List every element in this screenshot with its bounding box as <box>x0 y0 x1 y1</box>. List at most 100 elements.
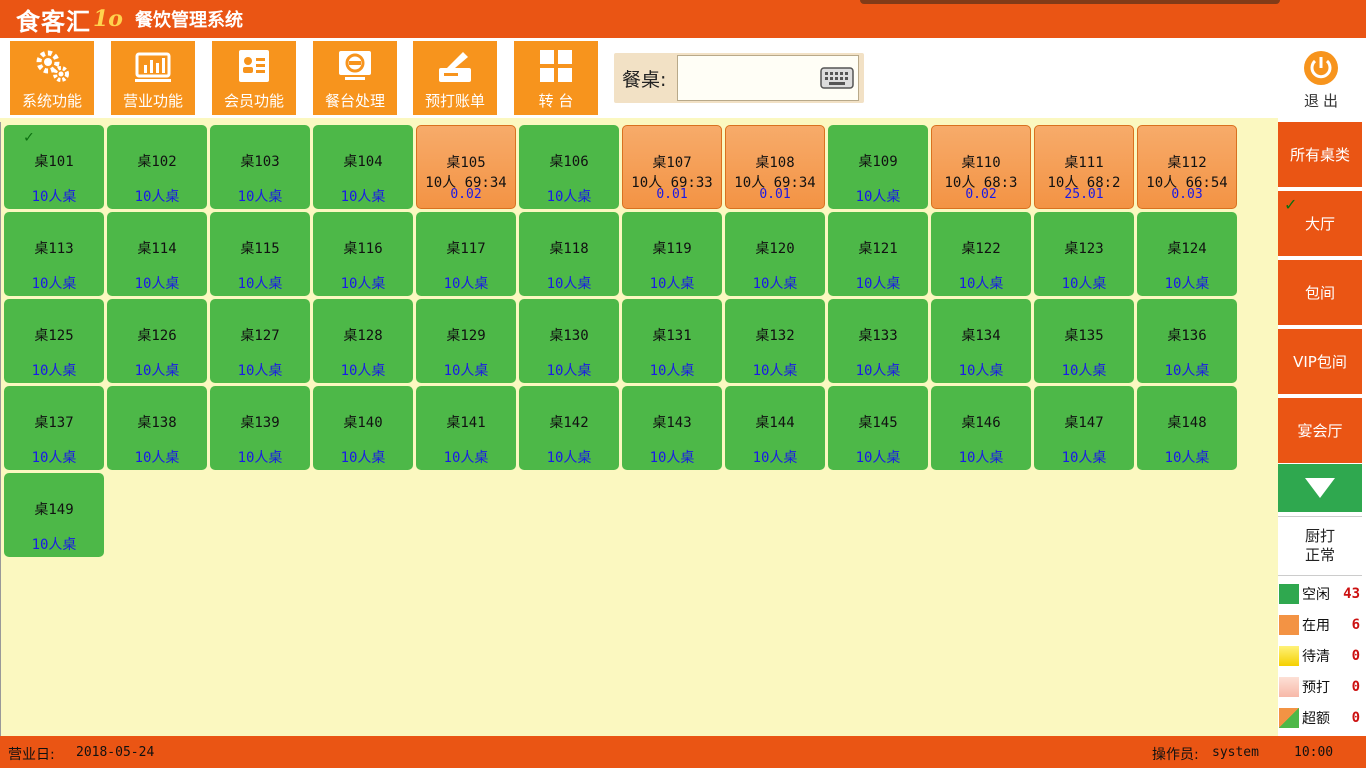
table-tile[interactable]: 桌128 10人桌 <box>313 299 413 383</box>
table-tile[interactable]: 桌119 10人桌 <box>622 212 722 296</box>
table-capacity: 10人桌 <box>1164 450 1210 466</box>
table-tile[interactable]: 桌117 10人桌 <box>416 212 516 296</box>
exit-button[interactable]: 退出 <box>1296 50 1346 112</box>
table-capacity: 10人桌 <box>546 363 592 379</box>
table-tile[interactable]: 桌112 10人 66:54 0.03 <box>1137 125 1237 209</box>
tool-label: 会员功能 <box>223 92 284 110</box>
category-private-room-button[interactable]: 包间 <box>1278 260 1362 325</box>
table-process-icon <box>335 48 375 84</box>
table-tile[interactable]: 桌110 10人 68:3 0.02 <box>931 125 1031 209</box>
title-bar: 食客汇 1o 餐饮管理系统 <box>0 0 1366 38</box>
category-label: 宴会厅 <box>1297 422 1343 440</box>
table-tile[interactable]: 桌129 10人桌 <box>416 299 516 383</box>
table-name: 桌141 <box>446 415 486 431</box>
table-tile[interactable]: 桌132 10人桌 <box>725 299 825 383</box>
table-capacity: 10人桌 <box>855 363 901 379</box>
table-tile[interactable]: 桌130 10人桌 <box>519 299 619 383</box>
table-name: 桌111 <box>1064 155 1104 171</box>
table-tile[interactable]: 桌105 10人 69:34 0.02 <box>416 125 516 209</box>
table-tile[interactable]: 桌126 10人桌 <box>107 299 207 383</box>
legend-to-clean: 待清 0 <box>1278 645 1364 667</box>
table-tile[interactable]: 桌118 10人桌 <box>519 212 619 296</box>
table-capacity: 10人桌 <box>134 189 180 205</box>
preprint-bill-button[interactable]: 预打账单 <box>413 41 497 115</box>
table-tile[interactable]: 桌146 10人桌 <box>931 386 1031 470</box>
legend-in-use: 在用 6 <box>1278 614 1364 636</box>
table-tile[interactable]: 桌108 10人 69:34 0.01 <box>725 125 825 209</box>
table-tile[interactable]: 桌115 10人桌 <box>210 212 310 296</box>
table-capacity: 10人桌 <box>752 363 798 379</box>
table-tile[interactable]: 桌104 10人桌 <box>313 125 413 209</box>
table-processing-button[interactable]: 餐台处理 <box>313 41 397 115</box>
table-capacity: 10人桌 <box>1061 450 1107 466</box>
table-tile[interactable]: 桌113 10人桌 <box>4 212 104 296</box>
category-vip-room-button[interactable]: VIP包间 <box>1278 329 1362 394</box>
table-tile[interactable]: 桌148 10人桌 <box>1137 386 1237 470</box>
selected-check-icon: ✓ <box>24 127 34 146</box>
table-tile[interactable]: 桌138 10人桌 <box>107 386 207 470</box>
table-capacity: 10人桌 <box>31 537 77 553</box>
table-tile[interactable]: 桌109 10人桌 <box>828 125 928 209</box>
table-tile[interactable]: 桌142 10人桌 <box>519 386 619 470</box>
table-name: 桌131 <box>652 328 692 344</box>
category-banquet-hall-button[interactable]: 宴会厅 <box>1278 398 1362 463</box>
system-functions-button[interactable]: 系统功能 <box>10 41 94 115</box>
table-tile[interactable]: 桌143 10人桌 <box>622 386 722 470</box>
table-tile[interactable]: 桌141 10人桌 <box>416 386 516 470</box>
exit-label: 退出 <box>1303 92 1342 110</box>
table-tile[interactable]: 桌114 10人桌 <box>107 212 207 296</box>
table-tile[interactable]: 桌111 10人 68:2 25.01 <box>1034 125 1134 209</box>
app-title: 餐饮管理系统 <box>134 10 243 31</box>
table-tile[interactable]: 桌124 10人桌 <box>1137 212 1237 296</box>
table-tile[interactable]: 桌133 10人桌 <box>828 299 928 383</box>
table-tile[interactable]: 桌127 10人桌 <box>210 299 310 383</box>
category-all-button[interactable]: 所有桌类 <box>1278 122 1362 187</box>
table-tile[interactable]: 桌149 10人桌 <box>4 473 104 557</box>
table-tile[interactable]: 桌125 10人桌 <box>4 299 104 383</box>
table-tile[interactable]: 桌106 10人桌 <box>519 125 619 209</box>
gear-icon <box>32 48 72 84</box>
table-name: 桌132 <box>755 328 795 344</box>
legend-count: 0 <box>1351 679 1360 695</box>
table-capacity: 10人桌 <box>1061 276 1107 292</box>
table-tile[interactable]: ✓ 桌101 10人桌 <box>4 125 104 209</box>
table-tile[interactable]: 桌107 10人 69:33 0.01 <box>622 125 722 209</box>
tool-label: 营业功能 <box>122 92 183 110</box>
table-tile[interactable]: 桌135 10人桌 <box>1034 299 1134 383</box>
table-capacity: 10人桌 <box>31 363 77 379</box>
table-capacity: 10人桌 <box>649 276 695 292</box>
business-functions-button[interactable]: 营业功能 <box>111 41 195 115</box>
table-tile[interactable]: 桌134 10人桌 <box>931 299 1031 383</box>
table-tile[interactable]: 桌145 10人桌 <box>828 386 928 470</box>
table-tile[interactable]: 桌144 10人桌 <box>725 386 825 470</box>
table-tile[interactable]: 桌116 10人桌 <box>313 212 413 296</box>
table-tile[interactable]: 桌139 10人桌 <box>210 386 310 470</box>
table-tile[interactable]: 桌123 10人桌 <box>1034 212 1134 296</box>
member-functions-button[interactable]: 会员功能 <box>212 41 296 115</box>
kitchen-status-line2: 正常 <box>1304 546 1335 564</box>
table-tile[interactable]: 桌137 10人桌 <box>4 386 104 470</box>
table-capacity: 10人桌 <box>443 450 489 466</box>
scroll-down-button[interactable] <box>1278 464 1362 512</box>
table-name: 桌113 <box>34 241 74 257</box>
table-capacity: 10人桌 <box>237 450 283 466</box>
table-tile[interactable]: 桌147 10人桌 <box>1034 386 1134 470</box>
table-tile[interactable]: 桌121 10人桌 <box>828 212 928 296</box>
transfer-table-button[interactable]: 转 台 <box>514 41 598 115</box>
table-name: 桌140 <box>343 415 383 431</box>
table-tile[interactable]: 桌102 10人桌 <box>107 125 207 209</box>
selected-check-icon: ✓ <box>1284 195 1298 214</box>
table-name: 桌110 <box>961 155 1001 171</box>
keyboard-icon[interactable] <box>820 67 854 89</box>
table-tile[interactable]: 桌140 10人桌 <box>313 386 413 470</box>
table-tile[interactable]: 桌122 10人桌 <box>931 212 1031 296</box>
business-day-value: 2018-05-24 <box>76 745 155 760</box>
table-tile[interactable]: 桌131 10人桌 <box>622 299 722 383</box>
table-tile[interactable]: 桌103 10人桌 <box>210 125 310 209</box>
table-tile[interactable]: 桌136 10人桌 <box>1137 299 1237 383</box>
table-name: 桌101 <box>34 154 74 170</box>
table-amount: 0.02 <box>965 187 997 202</box>
table-tile[interactable]: 桌120 10人桌 <box>725 212 825 296</box>
table-amount: 0.03 <box>1171 187 1203 202</box>
category-hall-button[interactable]: ✓ 大厅 <box>1278 191 1362 256</box>
